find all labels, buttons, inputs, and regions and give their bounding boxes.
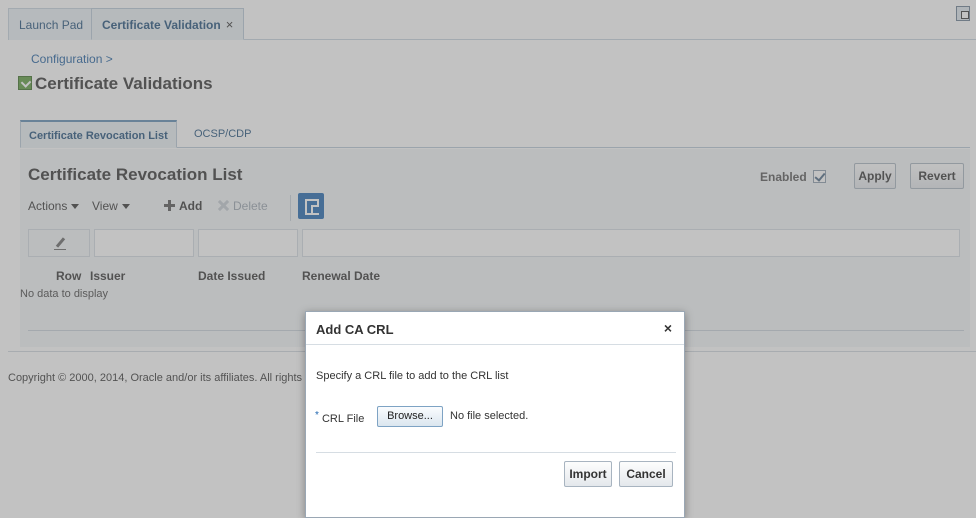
- required-marker: *: [315, 410, 319, 421]
- cancel-button[interactable]: Cancel: [619, 461, 673, 487]
- dialog-message: Specify a CRL file to add to the CRL lis…: [316, 370, 509, 382]
- add-ca-crl-dialog: Add CA CRL × Specify a CRL file to add t…: [305, 311, 685, 518]
- close-icon[interactable]: ×: [664, 320, 672, 336]
- browse-button[interactable]: Browse...: [377, 406, 443, 427]
- crl-file-label: * CRL File: [315, 410, 364, 425]
- dialog-footer-divider: [316, 452, 676, 453]
- file-status: No file selected.: [450, 410, 529, 422]
- dialog-header-divider: [306, 344, 684, 345]
- import-button[interactable]: Import: [564, 461, 612, 487]
- crl-file-label-text: CRL File: [321, 413, 365, 425]
- dialog-title: Add CA CRL: [316, 322, 394, 337]
